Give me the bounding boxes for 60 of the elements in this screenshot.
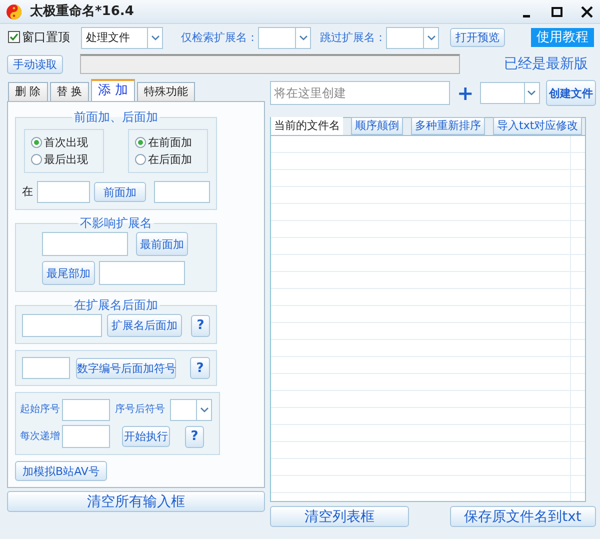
list-tab[interactable]: 多种重新排序	[411, 117, 485, 135]
radio-option[interactable]: 在后面加	[135, 151, 201, 168]
input-field[interactable]	[22, 357, 70, 379]
search-extension-label: 仅检索扩展名：	[181, 30, 258, 44]
read-button[interactable]: 手动读取	[7, 54, 63, 74]
radio-option[interactable]: 首次出现	[31, 134, 97, 151]
dropdown[interactable]: 处理文件	[81, 26, 163, 48]
tab[interactable]: 替 换	[50, 82, 89, 101]
input-field[interactable]	[22, 314, 102, 337]
plus-sign: +	[457, 81, 474, 105]
end-add-button[interactable]: 最尾部加	[42, 261, 95, 285]
prefix-button[interactable]: 前面加	[94, 182, 146, 202]
version-status: 已经是最新版	[504, 56, 588, 72]
input-field[interactable]	[62, 399, 110, 421]
window-title: 太极重命名*16.4	[30, 4, 134, 20]
radio-option[interactable]: 在前面加	[135, 134, 201, 151]
clear-inputs-button[interactable]: 清空所有输入框	[7, 491, 265, 512]
input-field[interactable]	[99, 261, 185, 285]
list-tab[interactable]: 导入txt对应修改	[493, 117, 582, 135]
group-title: 在扩展名后面加	[73, 298, 159, 312]
dropdown[interactable]	[258, 26, 311, 48]
dropdown[interactable]	[386, 26, 439, 48]
input-field[interactable]	[37, 181, 90, 203]
start-number-label: 起始序号	[20, 404, 60, 416]
tab[interactable]: 添 加	[91, 79, 136, 101]
help-button[interactable]: ?	[190, 314, 210, 336]
yin-yang-icon	[6, 4, 22, 20]
maximize-icon[interactable]	[550, 4, 564, 18]
symbol-label: 序号后符号	[115, 404, 165, 416]
input-field[interactable]	[42, 232, 128, 256]
input-field[interactable]	[154, 181, 210, 203]
dropdown[interactable]	[170, 399, 212, 421]
tab[interactable]: 特殊功能	[137, 82, 196, 101]
close-icon[interactable]	[580, 4, 594, 18]
tab[interactable]: 删 除	[8, 82, 48, 101]
input-field[interactable]	[62, 425, 110, 448]
step-label: 每次递增	[20, 430, 60, 442]
tutorial-button[interactable]: 使用教程	[531, 28, 594, 47]
always-on-top-label: 窗口置顶	[22, 30, 70, 45]
list-tab[interactable]: 当前的文件名	[271, 117, 343, 135]
extension-add-button[interactable]: 扩展名后面加	[107, 314, 182, 337]
group-title: 不影响扩展名	[79, 216, 153, 230]
group-title: 前面加、后面加	[73, 110, 159, 124]
front-add-button[interactable]: 最前面加	[136, 232, 188, 256]
list-tab[interactable]: 顺序颠倒	[351, 117, 403, 135]
number-symbol-button[interactable]: 数字编号后面加符号	[76, 358, 176, 378]
clear-list-button[interactable]: 清空列表框	[270, 506, 409, 527]
preview-button[interactable]: 打开预览	[450, 28, 505, 47]
checkbox[interactable]	[8, 31, 20, 44]
create-name-field[interactable]: 将在这里创建	[270, 81, 450, 105]
save-names-button[interactable]: 保存原文件名到txt	[450, 506, 596, 527]
create-file-button[interactable]: 创建文件	[546, 80, 596, 106]
radio-option[interactable]: 最后出现	[31, 151, 97, 168]
bilibili-av-button[interactable]: 加模拟B站AV号	[15, 461, 107, 481]
help-button[interactable]: ?	[185, 426, 204, 448]
skip-extension-label: 跳过扩展名：	[320, 30, 386, 44]
dropdown[interactable]	[480, 82, 540, 104]
help-button[interactable]: ?	[190, 357, 210, 379]
run-button[interactable]: 开始执行	[122, 426, 170, 447]
at-label: 在	[22, 185, 33, 199]
